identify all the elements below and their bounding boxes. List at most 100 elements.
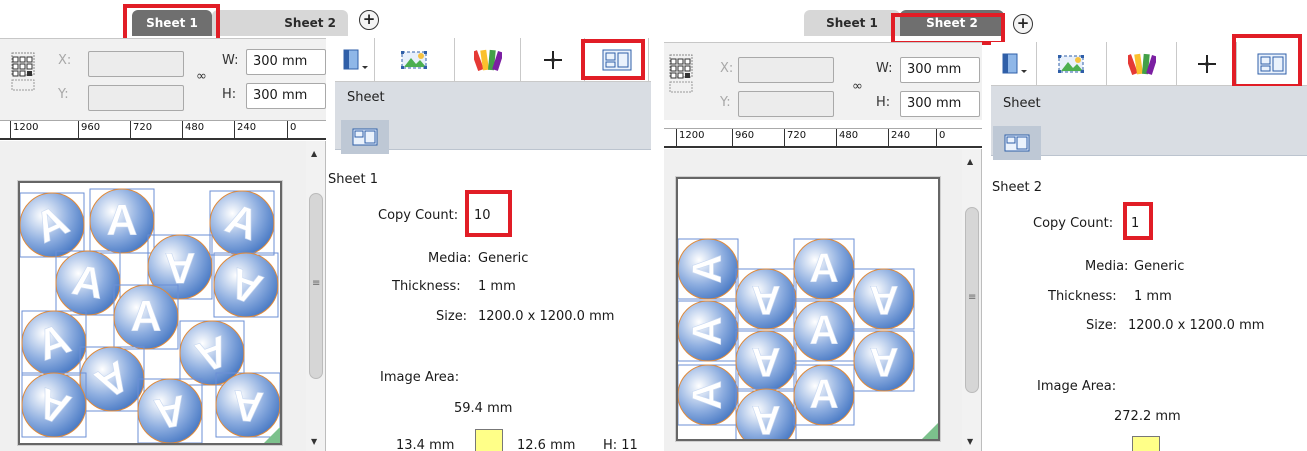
tab-sheet-2[interactable]: Sheet 2 [900, 10, 1004, 36]
nested-item[interactable]: A [55, 250, 121, 316]
sheet-view-button[interactable] [585, 38, 649, 82]
svg-text:A: A [684, 254, 730, 283]
nested-item[interactable]: A [137, 378, 203, 443]
y-input[interactable] [88, 85, 184, 111]
horizontal-ruler: 1200 960 720 480 240 0 [0, 120, 326, 140]
sheet-subtab[interactable] [341, 120, 389, 154]
size-value: 1200.0 x 1200.0 mm [478, 309, 615, 324]
vertical-scrollbar[interactable]: ▲ ≡ ▼ [306, 141, 325, 451]
h-label: H: [222, 87, 237, 102]
link-aspect-icon[interactable]: ∞ [196, 69, 207, 84]
ruler-tick: 1200 [676, 129, 704, 147]
ruler-tick: 240 [234, 121, 256, 139]
y-label: Y: [720, 95, 731, 110]
nested-item[interactable]: A [793, 364, 855, 426]
sheet-canvas[interactable]: AAAAAAAAAAA ▲ ≡ ▼ [664, 149, 982, 451]
nested-item[interactable]: A [20, 192, 85, 258]
sheet-subtab[interactable] [993, 126, 1041, 160]
nested-item[interactable]: A [21, 372, 87, 438]
nested-item[interactable]: A [735, 330, 797, 392]
sheet-name: Sheet 2 [992, 180, 1042, 195]
thickness-value: 1 mm [1134, 289, 1172, 304]
tab-sheet-1[interactable]: Sheet 1 [804, 10, 900, 36]
nested-item[interactable]: A [735, 268, 797, 330]
thickness-label: Thickness: [392, 279, 461, 294]
scroll-up-icon[interactable]: ▲ [967, 157, 973, 166]
scroll-thumb[interactable]: ≡ [309, 193, 323, 379]
nested-item[interactable]: A [79, 346, 145, 412]
nested-item[interactable]: A [113, 284, 179, 350]
sheet-subtab-icon [352, 128, 378, 146]
panel-toggle-button[interactable] [991, 42, 1037, 86]
x-label: X: [720, 61, 734, 76]
nested-item[interactable]: A [213, 252, 279, 318]
color-swatches-button[interactable] [455, 38, 521, 82]
nested-item[interactable]: A [209, 190, 275, 256]
nested-item[interactable]: A [853, 268, 915, 330]
vertical-scrollbar[interactable]: ▲ ≡ ▼ [962, 149, 981, 451]
image-area-label: Image Area: [1037, 379, 1117, 394]
media-label: Media: [428, 251, 472, 266]
sheet-tab-bar: Sheet 1 Sheet 2 + [664, 0, 1307, 45]
sheet-preview[interactable]: AAAAAAAAAAAAA [18, 181, 282, 445]
svg-text:A: A [684, 316, 730, 345]
ruler-tick: 960 [732, 129, 754, 147]
grip-icon: ≡ [968, 292, 977, 303]
crosshair-icon [543, 51, 562, 69]
nested-item[interactable]: A [179, 320, 245, 386]
sheet-canvas[interactable]: AAAAAAAAAAAAA ▲ ≡ ▼ [0, 141, 326, 451]
x-label: X: [58, 53, 72, 68]
scroll-down-icon[interactable]: ▼ [967, 437, 973, 446]
image-select-button[interactable] [1037, 42, 1107, 86]
svg-text:A: A [751, 277, 780, 323]
height-input[interactable]: 300 mm [246, 83, 326, 109]
copy-count-value[interactable]: 1 [1131, 216, 1139, 231]
panel-toggle-icon [1002, 53, 1027, 74]
panel-toggle-icon [343, 49, 368, 70]
svg-text:A: A [751, 339, 780, 385]
svg-text:A: A [130, 292, 161, 340]
link-aspect-icon[interactable]: ∞ [852, 79, 863, 94]
scroll-up-icon[interactable]: ▲ [311, 149, 317, 158]
copy-count-value[interactable]: 10 [474, 208, 491, 223]
tab-sheet-2[interactable]: Sheet 2 [212, 10, 348, 36]
anchor-grid-icon[interactable] [10, 49, 42, 97]
x-input[interactable] [738, 57, 834, 83]
add-sheet-button[interactable]: + [359, 10, 379, 30]
nested-item[interactable]: A [853, 330, 915, 392]
tab-sheet-1[interactable]: Sheet 1 [132, 10, 212, 36]
sheet-preview[interactable]: AAAAAAAAAAA [676, 177, 940, 441]
nested-item[interactable]: A [21, 310, 87, 376]
anchor-grid-icon[interactable] [668, 51, 700, 99]
nested-item[interactable]: A [735, 388, 797, 439]
panel-toggle-button[interactable] [335, 38, 375, 82]
nested-item[interactable]: A [678, 300, 739, 362]
nested-item[interactable]: A [678, 238, 739, 300]
width-input[interactable]: 300 mm [900, 57, 980, 83]
ruler-tick: 0 [936, 129, 945, 147]
color-swatches-button[interactable] [1107, 42, 1177, 86]
scroll-down-icon[interactable]: ▼ [311, 437, 317, 446]
nested-items-layout: AAAAAAAAAAA [678, 238, 915, 439]
add-sheet-button[interactable]: + [1013, 14, 1033, 34]
image-select-button[interactable] [375, 38, 455, 82]
crosshair-button[interactable] [1177, 42, 1237, 86]
nested-item[interactable]: A [89, 188, 155, 254]
ruler-tick: 480 [836, 129, 858, 147]
height-input[interactable]: 300 mm [900, 91, 980, 117]
y-input[interactable] [738, 91, 834, 117]
nested-items-layout: A A AAA AAA AAA A A [20, 188, 280, 443]
sheet-view-button[interactable] [1237, 42, 1307, 86]
nested-item[interactable]: A [793, 300, 855, 362]
scroll-thumb[interactable]: ≡ [965, 207, 979, 393]
width-input[interactable]: 300 mm [246, 49, 326, 75]
size-value: 1200.0 x 1200.0 mm [1128, 318, 1265, 333]
panel-toolbar [335, 38, 651, 82]
color-swatches-icon [1127, 53, 1156, 76]
svg-text:A: A [869, 339, 898, 385]
crosshair-button[interactable] [521, 38, 585, 82]
grip-icon: ≡ [312, 278, 321, 289]
x-input[interactable] [88, 51, 184, 77]
nested-item[interactable]: A [793, 238, 855, 300]
nested-item[interactable]: A [678, 364, 739, 426]
